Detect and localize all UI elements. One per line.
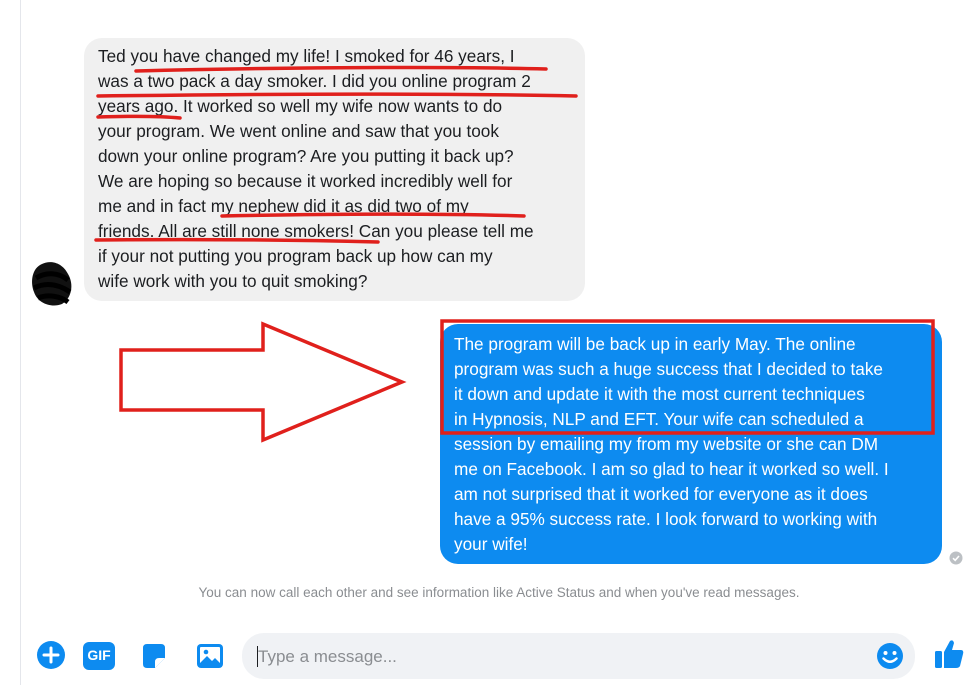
incoming-message-line: me and in fact my nephew did it as did t…: [98, 196, 469, 216]
outgoing-message-line: am not surprised that it worked for ever…: [454, 484, 868, 504]
contact-avatar: [32, 262, 72, 306]
outgoing-message-line: have a 95% success rate. I look forward …: [454, 509, 878, 529]
incoming-message-line: friends. All are still none smokers! Can…: [98, 221, 534, 241]
seen-check-icon: [949, 551, 963, 565]
conversation-left-border: [20, 0, 21, 685]
image-icon[interactable]: [195, 641, 225, 671]
outgoing-message-line: your wife!: [454, 534, 528, 554]
thumbs-up-icon[interactable]: [932, 637, 966, 671]
text-caret: [257, 646, 258, 667]
incoming-message-line: if your not putting you program back up …: [98, 246, 493, 266]
outgoing-message-line: session by emailing my from my website o…: [454, 434, 879, 454]
arrow-annotation: [119, 321, 407, 443]
outgoing-message-line: in Hypnosis, NLP and EFT. Your wife can …: [454, 409, 864, 429]
outgoing-message-bubble[interactable]: The program will be back up in early May…: [440, 324, 942, 564]
conversation-notice: You can now call each other and see info…: [198, 585, 800, 600]
outgoing-message-line: it down and update it with the most curr…: [454, 384, 865, 404]
outgoing-message-line: me on Facebook. I am so glad to hear it …: [454, 459, 889, 479]
incoming-message-line: We are hoping so because it worked incre…: [98, 171, 513, 191]
message-input-container[interactable]: [242, 633, 915, 679]
incoming-message-line: years ago. It worked so well my wife now…: [98, 96, 503, 116]
gif-label: GIF: [87, 647, 111, 663]
incoming-message-line: Ted you have changed my life! I smoked f…: [98, 46, 515, 66]
incoming-message-bubble[interactable]: Ted you have changed my life! I smoked f…: [84, 38, 585, 301]
plus-circle-icon[interactable]: [36, 640, 66, 670]
incoming-message-line: was a two pack a day smoker. I did you o…: [98, 71, 531, 91]
gif-button[interactable]: GIF: [82, 641, 116, 671]
emoji-icon[interactable]: [875, 641, 905, 671]
incoming-message-line: down your online program? Are you puttin…: [98, 146, 514, 166]
message-input[interactable]: [256, 643, 860, 671]
incoming-message-line: wife work with you to quit smoking?: [98, 271, 368, 291]
incoming-message-line: your program. We went online and saw tha…: [98, 121, 499, 141]
outgoing-message-line: The program will be back up in early May…: [454, 334, 856, 354]
outgoing-message-line: program was such a huge success that I d…: [454, 359, 883, 379]
sticker-icon[interactable]: [139, 641, 169, 671]
